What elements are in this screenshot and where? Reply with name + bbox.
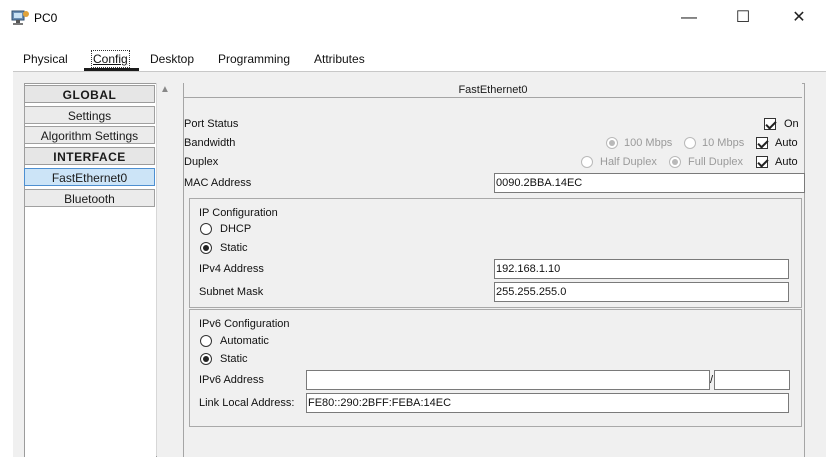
bandwidth-auto-checkbox[interactable] [756, 137, 768, 149]
ipv6-static-label: Static [220, 353, 248, 365]
ipv6-prefix-field[interactable] [714, 370, 790, 390]
ipv4-static-label: Static [220, 242, 248, 254]
duplex-full-radio[interactable] [669, 156, 681, 168]
ipv6-automatic-radio[interactable] [200, 335, 212, 347]
sidebar-item-algorithm-settings[interactable]: Algorithm Settings [24, 126, 155, 144]
ipv4-static-radio[interactable] [200, 242, 212, 254]
link-local-label: Link Local Address: [199, 397, 295, 409]
duplex-auto-label: Auto [775, 156, 798, 168]
mac-address-label: MAC Address [184, 177, 252, 189]
ipv6-address-label: IPv6 Address [199, 374, 264, 386]
ipv4-config-label: IP Configuration [199, 207, 278, 219]
duplex-label: Duplex [184, 156, 219, 168]
minimize-button[interactable]: — [674, 6, 704, 30]
tab-physical[interactable]: Physical [23, 52, 68, 66]
scroll-up-arrow-icon[interactable]: ▲ [158, 84, 172, 96]
duplex-auto-checkbox[interactable] [756, 156, 768, 168]
tab-config[interactable]: Config [91, 50, 130, 68]
ipv6-static-radio[interactable] [200, 353, 212, 365]
interface-title: FastEthernet0 [184, 83, 802, 98]
port-on-label: On [784, 118, 799, 130]
sidebar-item-fastethernet0[interactable]: FastEthernet0 [24, 168, 155, 186]
close-button[interactable]: ✕ [784, 6, 814, 30]
window-title: PC0 [34, 11, 58, 25]
dhcp-label: DHCP [220, 223, 252, 235]
duplex-half-label: Half Duplex [600, 156, 657, 168]
subnet-mask-field[interactable]: 255.255.255.0 [494, 282, 789, 302]
bandwidth-10-radio[interactable] [684, 137, 696, 149]
tab-bar [13, 44, 826, 70]
dhcp-radio[interactable] [200, 223, 212, 235]
duplex-full-label: Full Duplex [688, 156, 744, 168]
port-on-checkbox[interactable] [764, 118, 776, 130]
ipv6-automatic-label: Automatic [220, 335, 269, 347]
sidebar-header-interface: INTERFACE [24, 147, 155, 165]
ipv6-address-field[interactable] [306, 370, 710, 390]
sidebar-item-settings[interactable]: Settings [24, 106, 155, 124]
bandwidth-100-radio[interactable] [606, 137, 618, 149]
ipv4-address-field[interactable]: 192.168.1.10 [494, 259, 789, 279]
subnet-mask-label: Subnet Mask [199, 286, 264, 298]
tab-desktop[interactable]: Desktop [150, 52, 194, 66]
tab-programming[interactable]: Programming [218, 52, 290, 66]
bandwidth-100-label: 100 Mbps [624, 137, 673, 149]
port-status-label: Port Status [184, 118, 239, 130]
ipv6-prefix-separator: / [710, 374, 714, 386]
duplex-half-radio[interactable] [581, 156, 593, 168]
maximize-button[interactable]: ☐ [728, 6, 758, 30]
sidebar-header-global: GLOBAL [24, 85, 155, 103]
tab-attributes[interactable]: Attributes [314, 52, 365, 66]
pc-icon [11, 10, 29, 25]
sidebar-scrollbar[interactable] [156, 83, 174, 456]
bandwidth-10-label: 10 Mbps [702, 137, 745, 149]
bandwidth-auto-label: Auto [775, 137, 798, 149]
ipv4-address-label: IPv4 Address [199, 263, 264, 275]
bandwidth-label: Bandwidth [184, 137, 236, 149]
link-local-address-field[interactable]: FE80::290:2BFF:FEBA:14EC [306, 393, 789, 413]
mac-address-field[interactable]: 0090.2BBA.14EC [494, 173, 805, 193]
ipv6-config-label: IPv6 Configuration [199, 318, 290, 330]
sidebar-item-bluetooth[interactable]: Bluetooth [24, 189, 155, 207]
